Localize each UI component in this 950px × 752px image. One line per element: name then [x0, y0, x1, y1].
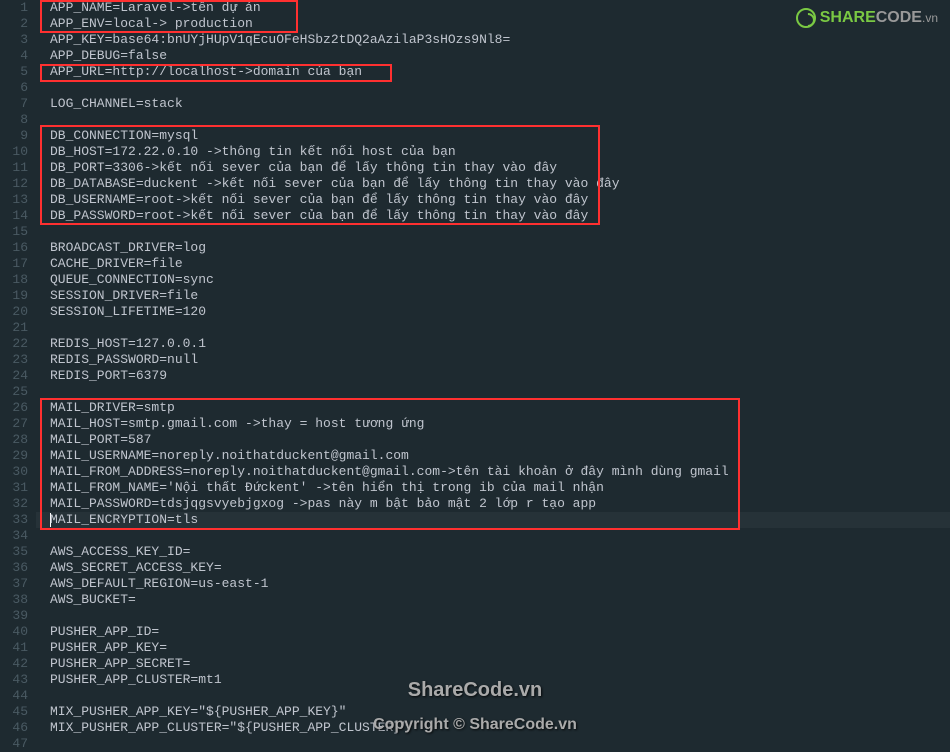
line-number: 23: [0, 352, 28, 368]
line-number: 41: [0, 640, 28, 656]
code-line[interactable]: AWS_SECRET_ACCESS_KEY=: [36, 560, 950, 576]
line-number: 10: [0, 144, 28, 160]
code-line[interactable]: [36, 384, 950, 400]
line-number: 24: [0, 368, 28, 384]
line-number: 7: [0, 96, 28, 112]
line-number: 39: [0, 608, 28, 624]
code-line[interactable]: [36, 608, 950, 624]
line-number: 13: [0, 192, 28, 208]
code-line[interactable]: REDIS_PORT=6379: [36, 368, 950, 384]
line-number: 29: [0, 448, 28, 464]
code-line[interactable]: DB_USERNAME=root->kết nối sever của bạn …: [36, 192, 950, 208]
line-number: 2: [0, 16, 28, 32]
code-line[interactable]: MAIL_PASSWORD=tdsjqgsvyebjgxog ->pas này…: [36, 496, 950, 512]
line-number: 12: [0, 176, 28, 192]
code-line[interactable]: PUSHER_APP_ID=: [36, 624, 950, 640]
line-number: 3: [0, 32, 28, 48]
code-line[interactable]: AWS_DEFAULT_REGION=us-east-1: [36, 576, 950, 592]
line-number: 4: [0, 48, 28, 64]
line-number: 26: [0, 400, 28, 416]
line-number: 38: [0, 592, 28, 608]
watermark-title: ShareCode.vn: [0, 679, 950, 702]
code-line[interactable]: [36, 112, 950, 128]
logo-text: SHARECODE.vn: [820, 9, 938, 27]
line-number: 47: [0, 736, 28, 752]
line-number: 6: [0, 80, 28, 96]
code-line[interactable]: SESSION_DRIVER=file: [36, 288, 950, 304]
line-number: 27: [0, 416, 28, 432]
line-number: 8: [0, 112, 28, 128]
code-line[interactable]: [36, 528, 950, 544]
code-line[interactable]: SESSION_LIFETIME=120: [36, 304, 950, 320]
sharecode-logo: SHARECODE.vn: [796, 8, 938, 28]
line-number: 33: [0, 512, 28, 528]
line-number: 15: [0, 224, 28, 240]
line-number-gutter: 1234567891011121314151617181920212223242…: [0, 0, 36, 752]
code-line[interactable]: [36, 224, 950, 240]
watermark-footer: ShareCode.vn Copyright © ShareCode.vn: [0, 679, 950, 734]
code-line[interactable]: PUSHER_APP_KEY=: [36, 640, 950, 656]
line-number: 40: [0, 624, 28, 640]
code-line[interactable]: APP_KEY=base64:bnUYjHUpV1qEcuOFeHSbz2tDQ…: [36, 32, 950, 48]
logo-vn: .vn: [922, 11, 938, 25]
code-line[interactable]: DB_CONNECTION=mysql: [36, 128, 950, 144]
line-number: 18: [0, 272, 28, 288]
line-number: 1: [0, 0, 28, 16]
line-number: 28: [0, 432, 28, 448]
code-line[interactable]: REDIS_HOST=127.0.0.1: [36, 336, 950, 352]
code-line[interactable]: [36, 320, 950, 336]
code-line[interactable]: QUEUE_CONNECTION=sync: [36, 272, 950, 288]
line-number: 42: [0, 656, 28, 672]
code-editor[interactable]: 1234567891011121314151617181920212223242…: [0, 0, 950, 752]
line-number: 16: [0, 240, 28, 256]
line-number: 32: [0, 496, 28, 512]
line-number: 30: [0, 464, 28, 480]
code-line[interactable]: PUSHER_APP_SECRET=: [36, 656, 950, 672]
code-line[interactable]: [36, 80, 950, 96]
line-number: 14: [0, 208, 28, 224]
line-number: 11: [0, 160, 28, 176]
code-line[interactable]: MAIL_HOST=smtp.gmail.com ->thay = host t…: [36, 416, 950, 432]
code-line[interactable]: DB_DATABASE=duckent ->kết nối sever của …: [36, 176, 950, 192]
watermark-copyright: Copyright © ShareCode.vn: [0, 716, 950, 734]
code-line[interactable]: DB_PORT=3306->kết nối sever của bạn để l…: [36, 160, 950, 176]
code-line[interactable]: MAIL_PORT=587: [36, 432, 950, 448]
line-number: 34: [0, 528, 28, 544]
code-line[interactable]: MAIL_ENCRYPTION=tls: [36, 512, 950, 528]
code-line[interactable]: AWS_ACCESS_KEY_ID=: [36, 544, 950, 560]
code-line[interactable]: LOG_CHANNEL=stack: [36, 96, 950, 112]
line-number: 31: [0, 480, 28, 496]
line-number: 22: [0, 336, 28, 352]
code-line[interactable]: APP_DEBUG=false: [36, 48, 950, 64]
line-number: 5: [0, 64, 28, 80]
line-number: 36: [0, 560, 28, 576]
code-line[interactable]: MAIL_USERNAME=noreply.noithatduckent@gma…: [36, 448, 950, 464]
line-number: 21: [0, 320, 28, 336]
line-number: 20: [0, 304, 28, 320]
line-number: 25: [0, 384, 28, 400]
code-line[interactable]: MAIL_DRIVER=smtp: [36, 400, 950, 416]
code-line[interactable]: MAIL_FROM_ADDRESS=noreply.noithatduckent…: [36, 464, 950, 480]
line-number: 19: [0, 288, 28, 304]
code-line[interactable]: APP_URL=http://localhost->domain của bạn: [36, 64, 950, 80]
line-number: 37: [0, 576, 28, 592]
code-line[interactable]: DB_PASSWORD=root->kết nối sever của bạn …: [36, 208, 950, 224]
code-line[interactable]: BROADCAST_DRIVER=log: [36, 240, 950, 256]
code-line[interactable]: CACHE_DRIVER=file: [36, 256, 950, 272]
line-number: 35: [0, 544, 28, 560]
logo-recycle-icon: [796, 8, 816, 28]
code-line[interactable]: DB_HOST=172.22.0.10 ->thông tin kết nối …: [36, 144, 950, 160]
logo-code: CODE: [876, 9, 922, 26]
code-line[interactable]: [36, 736, 950, 752]
code-line[interactable]: AWS_BUCKET=: [36, 592, 950, 608]
code-area[interactable]: APP_NAME=Laravel->tên dự ánAPP_ENV=local…: [36, 0, 950, 752]
logo-share: SHARE: [820, 9, 876, 26]
line-number: 9: [0, 128, 28, 144]
line-number: 17: [0, 256, 28, 272]
code-line[interactable]: MAIL_FROM_NAME='Nội thất Đứckent' ->tên …: [36, 480, 950, 496]
code-line[interactable]: REDIS_PASSWORD=null: [36, 352, 950, 368]
